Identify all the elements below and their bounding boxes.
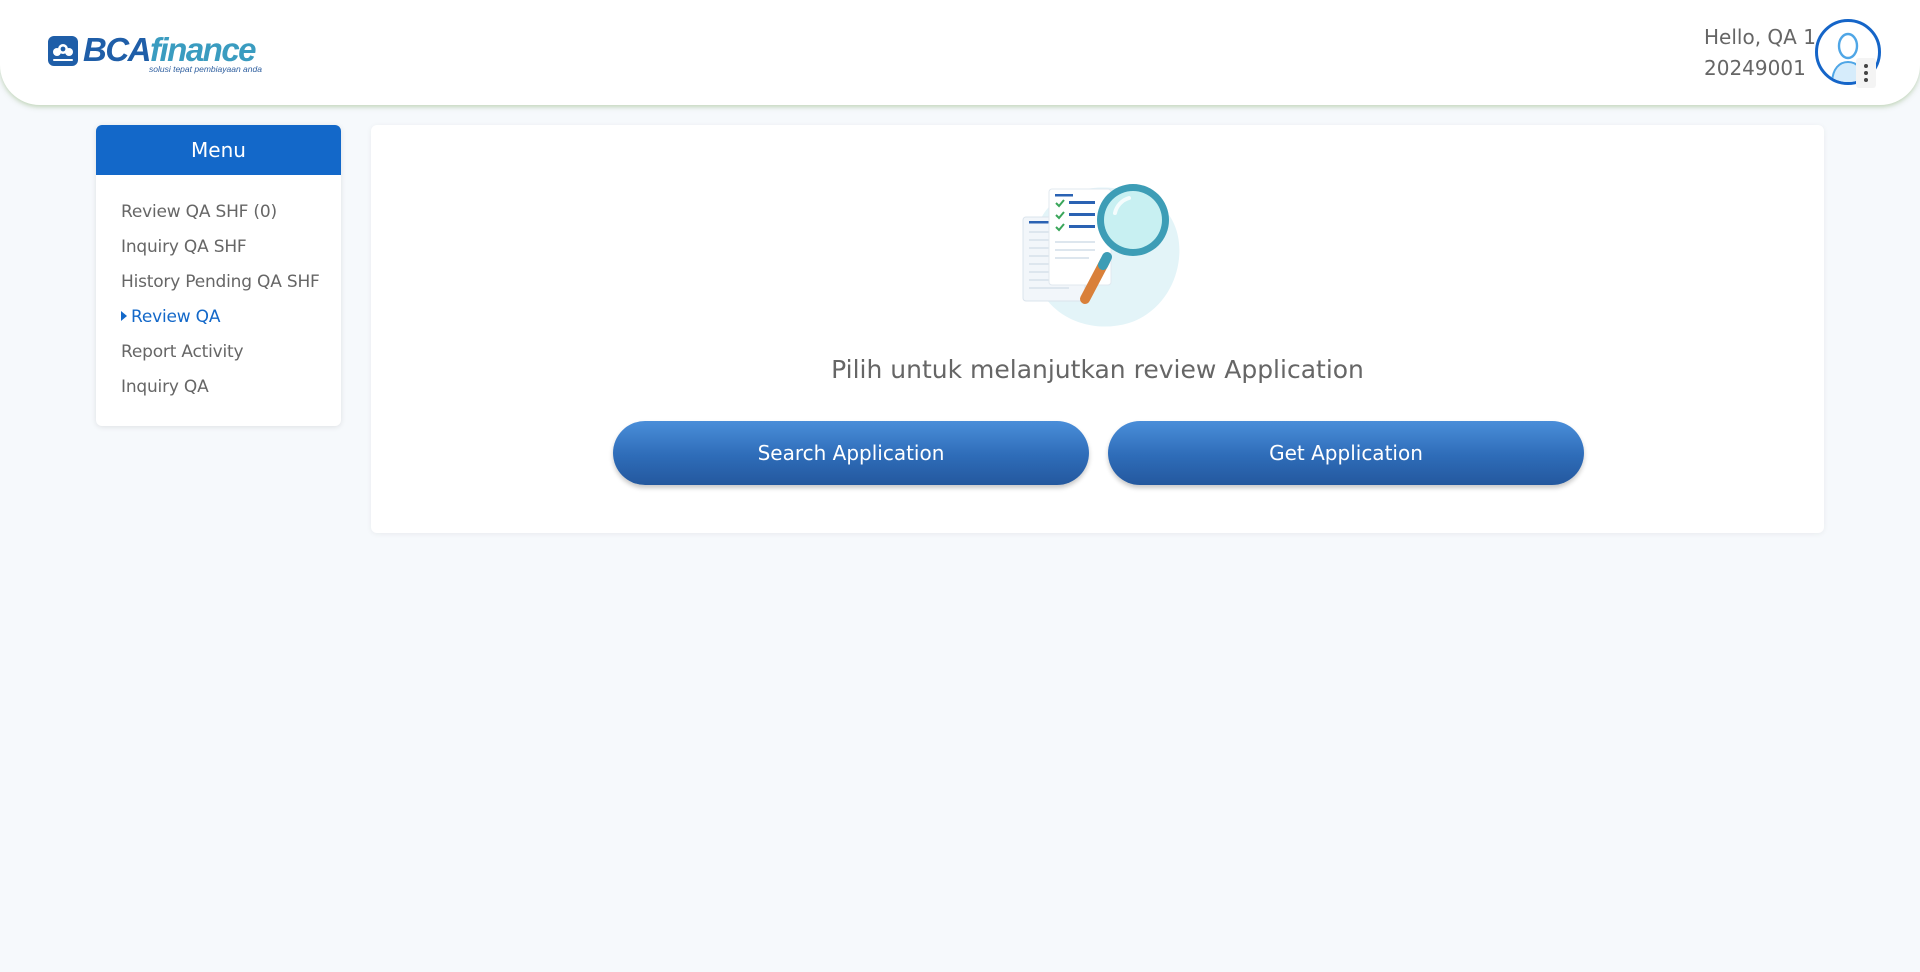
bcafinance-logo[interactable]: BCAfinance solusi tepat pembiayaan anda: [47, 31, 272, 77]
logo-brand-bca: BCA: [83, 31, 152, 68]
sidebar-list: Review QA SHF (0) Inquiry QA SHF History…: [96, 175, 341, 405]
logo-brand-finance: finance: [150, 31, 257, 68]
user-greeting: Hello, QA 1: [1704, 25, 1816, 49]
sidebar-item-report-activity[interactable]: Report Activity: [96, 335, 341, 370]
sidebar-item-label: Report Activity: [121, 342, 244, 362]
sidebar-item-inquiry-qa[interactable]: Inquiry QA: [96, 370, 341, 405]
sidebar-item-label: History Pending QA SHF: [121, 272, 320, 292]
app-header: BCAfinance solusi tepat pembiayaan anda …: [0, 0, 1920, 105]
user-id: 20249001: [1704, 56, 1806, 80]
sidebar-menu: Menu Review QA SHF (0) Inquiry QA SHF Hi…: [96, 125, 341, 426]
sidebar-item-label: Review QA SHF (0): [121, 202, 277, 222]
review-prompt-text: Pilih untuk melanjutkan review Applicati…: [831, 355, 1364, 384]
sidebar-title: Menu: [96, 125, 341, 175]
logo-tagline: solusi tepat pembiayaan anda: [149, 64, 262, 74]
kebab-menu-icon[interactable]: [1856, 58, 1876, 88]
sidebar-item-label: Inquiry QA: [121, 377, 209, 397]
search-application-button[interactable]: Search Application: [613, 421, 1089, 485]
bca-emblem-icon: [48, 36, 78, 66]
caret-right-icon: [121, 311, 127, 321]
sidebar-item-label: Review QA: [131, 307, 221, 327]
sidebar-item-inquiry-qa-shf[interactable]: Inquiry QA SHF: [96, 230, 341, 265]
sidebar-item-label: Inquiry QA SHF: [121, 237, 247, 257]
sidebar-item-review-qa-shf[interactable]: Review QA SHF (0): [96, 195, 341, 230]
sidebar-item-review-qa[interactable]: Review QA: [96, 300, 341, 335]
sidebar-item-history-pending-qa-shf[interactable]: History Pending QA SHF: [96, 265, 341, 300]
document-search-illustration: [1022, 184, 1180, 327]
get-application-button[interactable]: Get Application: [1108, 421, 1584, 485]
review-application-card: Pilih untuk melanjutkan review Applicati…: [371, 125, 1824, 533]
